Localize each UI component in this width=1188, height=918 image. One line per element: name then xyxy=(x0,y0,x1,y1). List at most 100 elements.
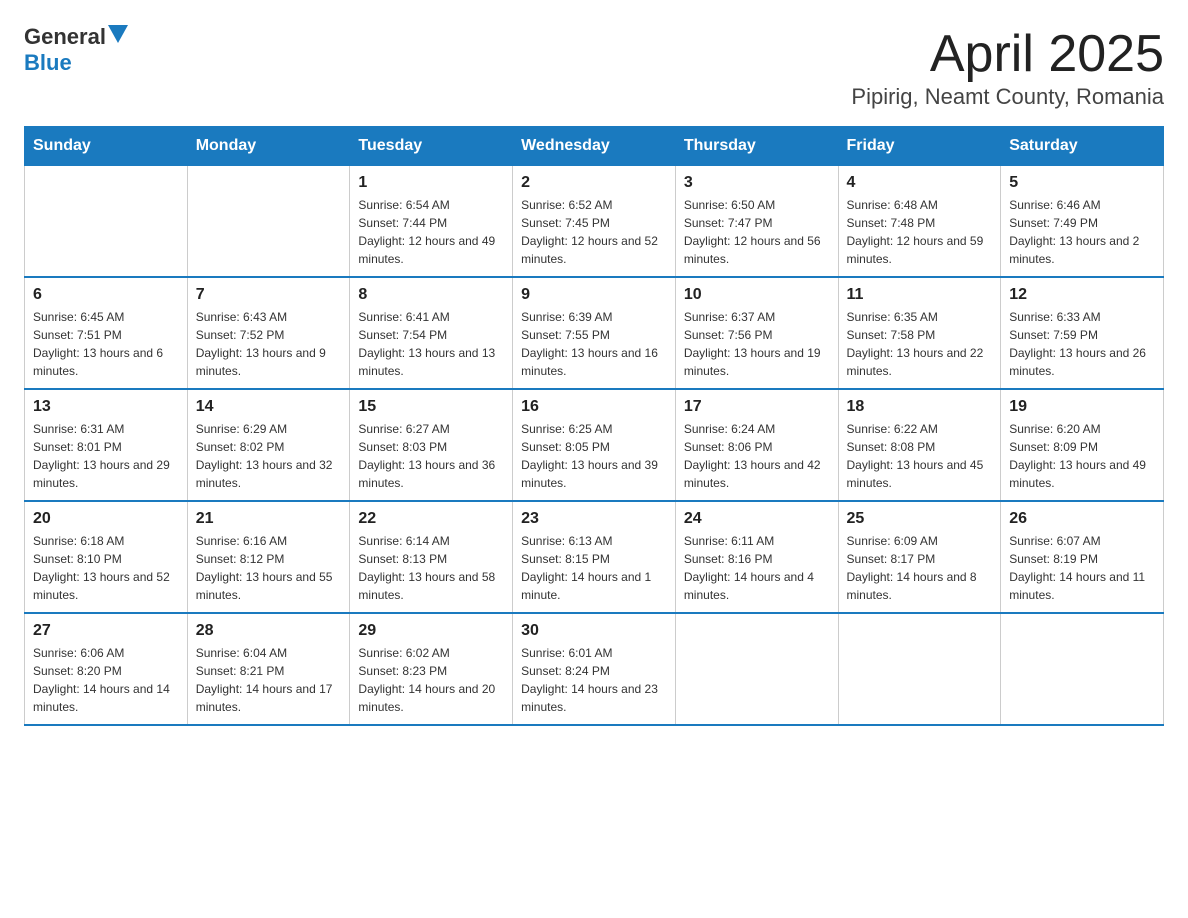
calendar-cell: 3 Sunrise: 6:50 AMSunset: 7:47 PMDaylight… xyxy=(675,166,838,278)
calendar-cell: 13Sunrise: 6:31 AMSunset: 8:01 PMDayligh… xyxy=(25,389,188,501)
calendar-cell: 29 Sunrise: 6:02 AMSunset: 8:23 PMDayligh… xyxy=(350,613,513,725)
page-header: General Blue April 2025 Pipirig, Neamt C… xyxy=(24,24,1164,110)
calendar-cell: 10 Sunrise: 6:37 AMSunset: 7:56 PMDayligh… xyxy=(675,277,838,389)
weekday-header-thursday: Thursday xyxy=(675,127,838,166)
day-info: Sunrise: 6:04 AMSunset: 8:21 PMDaylight:… xyxy=(196,644,342,716)
day-number: 27 xyxy=(33,622,179,640)
day-info: Sunrise: 6:13 AMSunset: 8:15 PMDaylight:… xyxy=(521,532,667,604)
day-info: Sunrise: 6:18 AMSunset: 8:10 PMDaylight:… xyxy=(33,532,179,604)
calendar-cell: 18 Sunrise: 6:22 AMSunset: 8:08 PMDayligh… xyxy=(838,389,1001,501)
day-number: 9 xyxy=(521,286,667,304)
day-info: Sunrise: 6:29 AMSunset: 8:02 PMDaylight:… xyxy=(196,420,342,492)
day-info: Sunrise: 6:20 AMSunset: 8:09 PMDaylight:… xyxy=(1009,420,1155,492)
calendar-cell: 30 Sunrise: 6:01 AMSunset: 8:24 PMDayligh… xyxy=(513,613,676,725)
calendar-cell xyxy=(25,166,188,278)
calendar-cell: 24Sunrise: 6:11 AMSunset: 8:16 PMDayligh… xyxy=(675,501,838,613)
calendar-cell: 22Sunrise: 6:14 AMSunset: 8:13 PMDayligh… xyxy=(350,501,513,613)
calendar-cell: 17 Sunrise: 6:24 AMSunset: 8:06 PMDayligh… xyxy=(675,389,838,501)
calendar-cell: 25Sunrise: 6:09 AMSunset: 8:17 PMDayligh… xyxy=(838,501,1001,613)
day-info: Sunrise: 6:46 AMSunset: 7:49 PMDaylight:… xyxy=(1009,196,1155,268)
day-number: 17 xyxy=(684,398,830,416)
day-number: 30 xyxy=(521,622,667,640)
calendar-week-row: 13Sunrise: 6:31 AMSunset: 8:01 PMDayligh… xyxy=(25,389,1164,501)
day-number: 11 xyxy=(847,286,993,304)
calendar-cell: 12 Sunrise: 6:33 AMSunset: 7:59 PMDayligh… xyxy=(1001,277,1164,389)
weekday-header-tuesday: Tuesday xyxy=(350,127,513,166)
day-number: 7 xyxy=(196,286,342,304)
day-info: Sunrise: 6:54 AMSunset: 7:44 PMDaylight:… xyxy=(358,196,504,268)
day-info: Sunrise: 6:43 AMSunset: 7:52 PMDaylight:… xyxy=(196,308,342,380)
day-info: Sunrise: 6:16 AMSunset: 8:12 PMDaylight:… xyxy=(196,532,342,604)
day-number: 6 xyxy=(33,286,179,304)
day-info: Sunrise: 6:35 AMSunset: 7:58 PMDaylight:… xyxy=(847,308,993,380)
calendar-week-row: 1 Sunrise: 6:54 AMSunset: 7:44 PMDaylight… xyxy=(25,166,1164,278)
weekday-header-row: SundayMondayTuesdayWednesdayThursdayFrid… xyxy=(25,127,1164,166)
weekday-header-saturday: Saturday xyxy=(1001,127,1164,166)
day-info: Sunrise: 6:33 AMSunset: 7:59 PMDaylight:… xyxy=(1009,308,1155,380)
day-number: 19 xyxy=(1009,398,1155,416)
weekday-header-sunday: Sunday xyxy=(25,127,188,166)
day-info: Sunrise: 6:48 AMSunset: 7:48 PMDaylight:… xyxy=(847,196,993,268)
calendar-cell: 27 Sunrise: 6:06 AMSunset: 8:20 PMDayligh… xyxy=(25,613,188,725)
calendar-cell: 6 Sunrise: 6:45 AMSunset: 7:51 PMDaylight… xyxy=(25,277,188,389)
calendar-cell: 8Sunrise: 6:41 AMSunset: 7:54 PMDaylight… xyxy=(350,277,513,389)
day-number: 1 xyxy=(358,174,504,192)
day-number: 26 xyxy=(1009,510,1155,528)
day-number: 15 xyxy=(358,398,504,416)
day-number: 8 xyxy=(358,286,504,304)
day-number: 16 xyxy=(521,398,667,416)
day-info: Sunrise: 6:37 AMSunset: 7:56 PMDaylight:… xyxy=(684,308,830,380)
logo: General Blue xyxy=(24,24,128,76)
calendar-cell: 9 Sunrise: 6:39 AMSunset: 7:55 PMDaylight… xyxy=(513,277,676,389)
day-number: 14 xyxy=(196,398,342,416)
calendar-week-row: 27 Sunrise: 6:06 AMSunset: 8:20 PMDayligh… xyxy=(25,613,1164,725)
day-number: 28 xyxy=(196,622,342,640)
day-number: 4 xyxy=(847,174,993,192)
title-section: April 2025 Pipirig, Neamt County, Romani… xyxy=(851,24,1164,110)
day-number: 2 xyxy=(521,174,667,192)
calendar-cell: 21 Sunrise: 6:16 AMSunset: 8:12 PMDayligh… xyxy=(187,501,350,613)
calendar-cell: 20Sunrise: 6:18 AMSunset: 8:10 PMDayligh… xyxy=(25,501,188,613)
day-number: 21 xyxy=(196,510,342,528)
day-number: 12 xyxy=(1009,286,1155,304)
calendar-table: SundayMondayTuesdayWednesdayThursdayFrid… xyxy=(24,126,1164,726)
day-number: 3 xyxy=(684,174,830,192)
calendar-week-row: 6 Sunrise: 6:45 AMSunset: 7:51 PMDaylight… xyxy=(25,277,1164,389)
day-info: Sunrise: 6:45 AMSunset: 7:51 PMDaylight:… xyxy=(33,308,179,380)
day-info: Sunrise: 6:24 AMSunset: 8:06 PMDaylight:… xyxy=(684,420,830,492)
calendar-cell: 4 Sunrise: 6:48 AMSunset: 7:48 PMDaylight… xyxy=(838,166,1001,278)
day-number: 29 xyxy=(358,622,504,640)
day-number: 23 xyxy=(521,510,667,528)
location-title: Pipirig, Neamt County, Romania xyxy=(851,84,1164,110)
day-number: 13 xyxy=(33,398,179,416)
day-info: Sunrise: 6:09 AMSunset: 8:17 PMDaylight:… xyxy=(847,532,993,604)
weekday-header-wednesday: Wednesday xyxy=(513,127,676,166)
day-info: Sunrise: 6:11 AMSunset: 8:16 PMDaylight:… xyxy=(684,532,830,604)
day-number: 10 xyxy=(684,286,830,304)
day-info: Sunrise: 6:14 AMSunset: 8:13 PMDaylight:… xyxy=(358,532,504,604)
calendar-cell: 28 Sunrise: 6:04 AMSunset: 8:21 PMDayligh… xyxy=(187,613,350,725)
day-info: Sunrise: 6:06 AMSunset: 8:20 PMDaylight:… xyxy=(33,644,179,716)
day-info: Sunrise: 6:22 AMSunset: 8:08 PMDaylight:… xyxy=(847,420,993,492)
calendar-week-row: 20Sunrise: 6:18 AMSunset: 8:10 PMDayligh… xyxy=(25,501,1164,613)
calendar-cell: 23 Sunrise: 6:13 AMSunset: 8:15 PMDayligh… xyxy=(513,501,676,613)
month-title: April 2025 xyxy=(851,24,1164,84)
day-number: 18 xyxy=(847,398,993,416)
day-info: Sunrise: 6:02 AMSunset: 8:23 PMDaylight:… xyxy=(358,644,504,716)
day-info: Sunrise: 6:39 AMSunset: 7:55 PMDaylight:… xyxy=(521,308,667,380)
calendar-cell: 15 Sunrise: 6:27 AMSunset: 8:03 PMDayligh… xyxy=(350,389,513,501)
logo-blue: Blue xyxy=(24,50,72,75)
calendar-cell: 7 Sunrise: 6:43 AMSunset: 7:52 PMDaylight… xyxy=(187,277,350,389)
day-info: Sunrise: 6:07 AMSunset: 8:19 PMDaylight:… xyxy=(1009,532,1155,604)
day-info: Sunrise: 6:50 AMSunset: 7:47 PMDaylight:… xyxy=(684,196,830,268)
day-info: Sunrise: 6:01 AMSunset: 8:24 PMDaylight:… xyxy=(521,644,667,716)
calendar-cell xyxy=(1001,613,1164,725)
day-info: Sunrise: 6:27 AMSunset: 8:03 PMDaylight:… xyxy=(358,420,504,492)
day-number: 5 xyxy=(1009,174,1155,192)
calendar-cell xyxy=(675,613,838,725)
logo-arrow-icon xyxy=(108,25,128,45)
calendar-cell: 11 Sunrise: 6:35 AMSunset: 7:58 PMDayligh… xyxy=(838,277,1001,389)
day-info: Sunrise: 6:52 AMSunset: 7:45 PMDaylight:… xyxy=(521,196,667,268)
calendar-cell: 2 Sunrise: 6:52 AMSunset: 7:45 PMDaylight… xyxy=(513,166,676,278)
calendar-cell: 14 Sunrise: 6:29 AMSunset: 8:02 PMDayligh… xyxy=(187,389,350,501)
